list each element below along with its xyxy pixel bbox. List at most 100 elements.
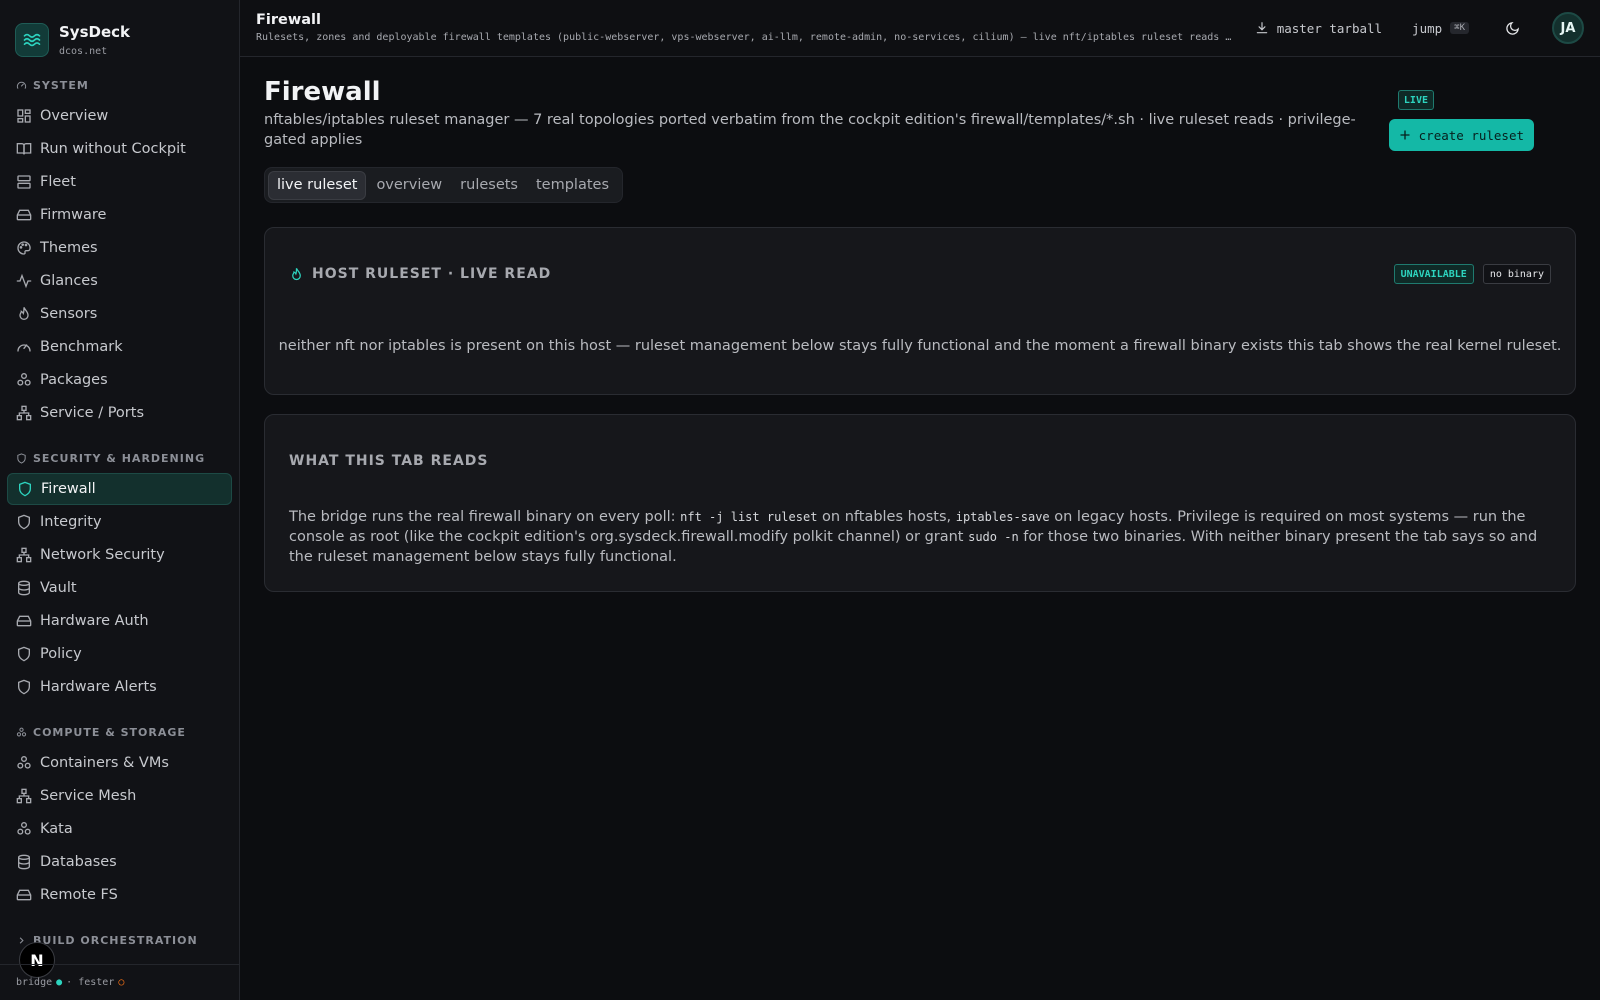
create-ruleset-button[interactable]: create ruleset xyxy=(1388,119,1534,151)
sidebar-item-firmware[interactable]: Firmware xyxy=(7,199,232,231)
topbar-actions: master tarball jump ⌘K JA xyxy=(1235,12,1584,44)
shield-icon xyxy=(19,481,31,497)
sidebar-item-label: Service / Ports xyxy=(40,405,144,421)
sidebar-item-vault[interactable]: Vault xyxy=(7,572,232,604)
sidebar-item-databases[interactable]: Databases xyxy=(7,846,232,878)
sidebar-item-themes[interactable]: Themes xyxy=(7,232,232,264)
reads-description: The bridge runs the real firewall binary… xyxy=(289,507,1551,567)
moon-icon xyxy=(1506,21,1519,35)
bridge-status-dot: ● xyxy=(56,977,63,988)
sidebar-item-service-ports[interactable]: Service / Ports xyxy=(7,397,232,429)
sidebar-item-label: Run without Cockpit xyxy=(40,141,186,157)
hard-drive-icon xyxy=(16,615,32,627)
sidebar-item-kata[interactable]: Kata xyxy=(7,813,232,845)
download-icon xyxy=(1256,22,1267,34)
page-title: Firewall xyxy=(264,77,381,107)
chevron-right-icon xyxy=(19,936,24,944)
create-ruleset-label: create ruleset xyxy=(1418,127,1524,143)
bridge-label: bridge xyxy=(16,977,53,988)
hard-drive-icon xyxy=(16,209,32,221)
jump-shortcut: ⌘K xyxy=(1450,22,1469,34)
tab-overview[interactable]: overview xyxy=(368,171,450,200)
master-tarball-label: master tarball xyxy=(1276,20,1383,36)
brand[interactable]: SysDeck dcos.net xyxy=(0,0,239,60)
sidebar-nav: SYSTEM Overview Run without Cockpit Flee… xyxy=(0,74,239,951)
status-badges: UNAVAILABLE no binary xyxy=(1385,264,1551,284)
tab-live-ruleset[interactable]: live ruleset xyxy=(268,170,367,200)
live-badge: LIVE xyxy=(1397,90,1434,110)
gauge-icon xyxy=(17,344,31,352)
network-icon xyxy=(16,788,32,804)
jump-button[interactable]: jump ⌘K xyxy=(1402,12,1479,44)
hard-drive-icon xyxy=(16,889,32,901)
sidebar-item-fleet[interactable]: Fleet xyxy=(7,166,232,198)
waves-logo-icon xyxy=(15,23,49,57)
boxes-icon xyxy=(17,756,31,769)
sidebar-item-integrity[interactable]: Integrity xyxy=(7,506,232,538)
sidebar-footer: bridge ● · fester ○ xyxy=(0,964,239,1000)
binary-badge: no binary xyxy=(1482,264,1551,284)
fester-label: fester xyxy=(78,977,115,988)
palette-icon xyxy=(17,241,31,255)
sidebar-item-network-security[interactable]: Network Security xyxy=(7,539,232,571)
sidebar-item-label: Containers & VMs xyxy=(40,755,169,771)
code-iptables-save: iptables-save xyxy=(955,510,1050,524)
flame-icon xyxy=(292,267,301,280)
footer-separator: · xyxy=(66,977,73,988)
boxes-icon xyxy=(16,727,27,736)
master-tarball-button[interactable]: master tarball xyxy=(1245,12,1392,44)
sidebar-item-label: Integrity xyxy=(40,514,102,530)
sidebar-item-label: Benchmark xyxy=(40,339,123,355)
avatar[interactable]: JA xyxy=(1552,12,1584,44)
sidebar-item-label: Vault xyxy=(40,580,77,596)
sidebar-item-hardware-auth[interactable]: Hardware Auth xyxy=(7,605,232,637)
host-ruleset-card: HOST RULESET · LIVE READ UNAVAILABLE no … xyxy=(264,227,1576,395)
sidebar-item-label: Sensors xyxy=(40,306,98,322)
sidebar-item-policy[interactable]: Policy xyxy=(7,638,232,670)
sidebar-item-label: Service Mesh xyxy=(40,788,137,804)
brand-domain: dcos.net xyxy=(59,46,108,57)
nav-section-system: SYSTEM xyxy=(0,74,239,96)
shield-icon xyxy=(18,514,30,530)
sidebar-item-firewall[interactable]: Firewall xyxy=(7,473,232,505)
sidebar-item-remote-fs[interactable]: Remote FS xyxy=(7,879,232,911)
tab-bar: live ruleset overview rulesets templates xyxy=(264,167,624,203)
sidebar-item-containers-vms[interactable]: Containers & VMs xyxy=(7,747,232,779)
sidebar-item-glances[interactable]: Glances xyxy=(7,265,232,297)
sidebar-item-run-without-cockpit[interactable]: Run without Cockpit xyxy=(7,133,232,165)
shield-icon xyxy=(18,646,30,662)
network-icon xyxy=(16,547,32,563)
sidebar-item-benchmark[interactable]: Benchmark xyxy=(7,331,232,363)
code-nft: nft -j list ruleset xyxy=(680,510,818,524)
shield-icon xyxy=(17,452,26,464)
nav-section-compute: COMPUTE & STORAGE xyxy=(0,721,239,743)
tab-templates[interactable]: templates xyxy=(528,171,617,200)
database-icon xyxy=(18,580,30,596)
sidebar-item-label: Databases xyxy=(40,854,117,870)
sidebar-item-overview[interactable]: Overview xyxy=(7,100,232,132)
sidebar-item-hardware-alerts[interactable]: Hardware Alerts xyxy=(7,671,232,703)
book-open-icon xyxy=(16,143,32,155)
topbar: Firewall Rulesets, zones and deployable … xyxy=(240,0,1600,57)
jump-label: jump xyxy=(1412,20,1443,36)
server-icon xyxy=(17,175,31,189)
tab-rulesets[interactable]: rulesets xyxy=(452,171,526,200)
card-heading-label: HOST RULESET · LIVE READ xyxy=(312,266,552,282)
what-this-tab-reads-card: WHAT THIS TAB READS The bridge runs the … xyxy=(264,414,1576,592)
sidebar-item-label: Firmware xyxy=(40,207,107,223)
sidebar: SysDeck dcos.net SYSTEM Overview Run wit… xyxy=(0,0,240,1000)
sidebar-item-packages[interactable]: Packages xyxy=(7,364,232,396)
theme-toggle-button[interactable] xyxy=(1495,12,1538,44)
fester-status-dot: ○ xyxy=(118,977,125,988)
sidebar-item-label: Kata xyxy=(40,821,73,837)
network-icon xyxy=(16,405,32,421)
sidebar-item-label: Network Security xyxy=(40,547,165,563)
brand-name: SysDeck xyxy=(59,23,131,41)
sidebar-item-label: Firewall xyxy=(41,481,96,497)
code-sudo: sudo -n xyxy=(968,530,1019,544)
reads-text: on nftables hosts, xyxy=(817,509,956,525)
sidebar-item-sensors[interactable]: Sensors xyxy=(7,298,232,330)
sidebar-item-label: Overview xyxy=(40,108,109,124)
sidebar-item-service-mesh[interactable]: Service Mesh xyxy=(7,780,232,812)
sidebar-item-label: Hardware Alerts xyxy=(40,679,157,695)
